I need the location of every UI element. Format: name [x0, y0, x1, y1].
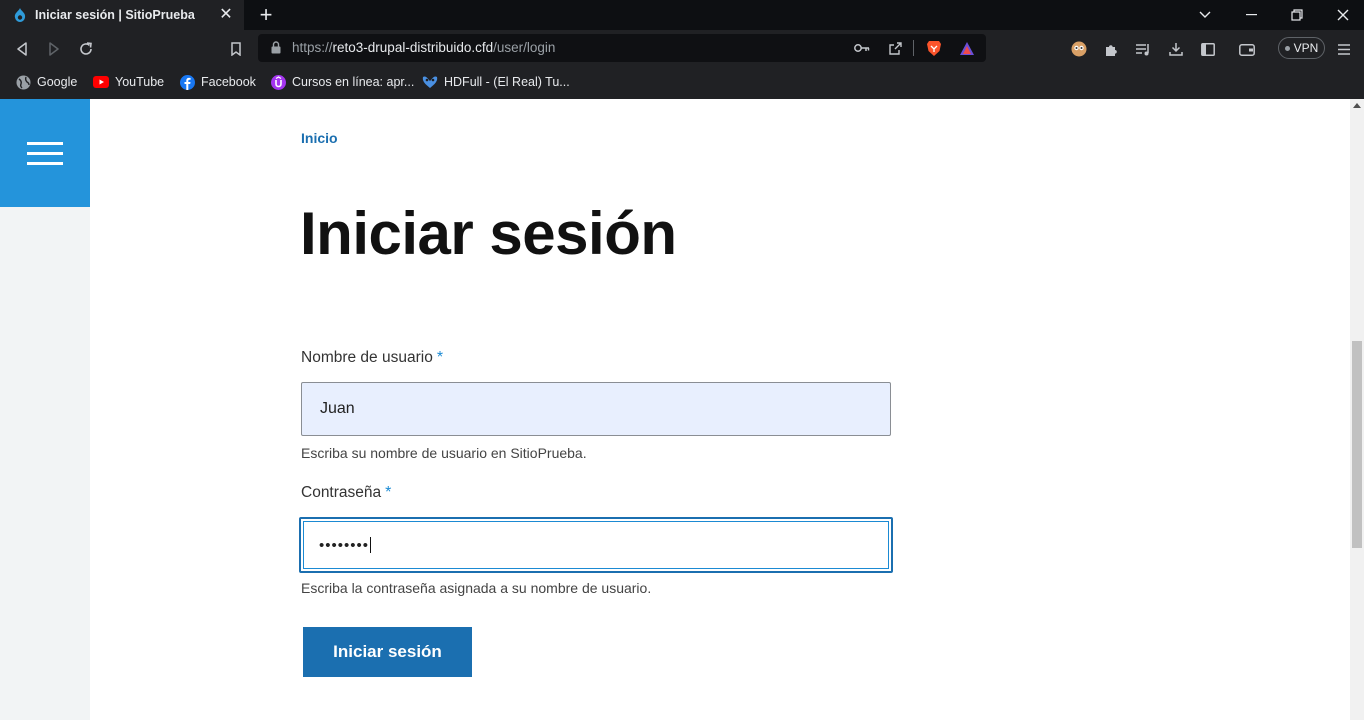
password-label-text: Contraseña: [301, 484, 382, 501]
vpn-button[interactable]: VPN: [1278, 37, 1325, 59]
menu-bar-icon: [27, 161, 63, 165]
browser-toolbar: https://reto3-drupal-distribuido.cfd/use…: [0, 30, 1364, 66]
tab-title: Iniciar sesión | SitioPrueba: [35, 8, 195, 22]
password-label: Contraseña *: [301, 484, 391, 502]
hdfull-icon: [422, 74, 438, 90]
lock-icon: [271, 41, 281, 54]
sidebar-icon[interactable]: [1197, 38, 1219, 60]
username-help-text: Escriba su nombre de usuario en SitioPru…: [301, 445, 587, 461]
menu-bar-icon: [27, 141, 63, 145]
username-value: Juan: [320, 400, 355, 417]
main-menu-button[interactable]: [0, 99, 90, 207]
forward-icon[interactable]: [43, 38, 65, 60]
bookmark-label: Facebook: [201, 75, 256, 89]
username-label: Nombre de usuario *: [301, 349, 443, 367]
wallet-icon[interactable]: [1236, 38, 1258, 60]
page-viewport: Inicio Iniciar sesión Nombre de usuario *…: [0, 99, 1364, 720]
playlist-icon[interactable]: [1132, 38, 1154, 60]
page-scrollbar[interactable]: [1350, 99, 1364, 720]
globe-icon: [15, 74, 31, 90]
menu-bar-icon: [27, 151, 63, 155]
bookmark-label: Cursos en línea: apr...: [292, 75, 415, 89]
username-label-text: Nombre de usuario: [301, 349, 433, 366]
bookmark-label: Google: [37, 75, 78, 89]
login-submit-button[interactable]: Iniciar sesión: [303, 627, 472, 677]
tab-search-chevron-icon[interactable]: [1182, 0, 1228, 30]
back-icon[interactable]: [11, 38, 33, 60]
bookmark-youtube[interactable]: YouTube: [93, 72, 164, 92]
facebook-icon: [179, 74, 195, 90]
password-input[interactable]: ••••••••: [299, 517, 893, 573]
bookmarks-bar: Google YouTube Facebook Cursos en línea:…: [0, 66, 1364, 99]
text-caret: [370, 537, 372, 553]
address-bar[interactable]: https://reto3-drupal-distribuido.cfd/use…: [258, 34, 986, 62]
reload-icon[interactable]: [75, 38, 97, 60]
bookmark-label: YouTube: [115, 75, 165, 89]
download-icon[interactable]: [1165, 38, 1187, 60]
extensions-puzzle-icon[interactable]: [1100, 38, 1122, 60]
extension-avatar-icon[interactable]: [1068, 38, 1090, 60]
username-input[interactable]: Juan: [301, 382, 891, 436]
bookmark-facebook[interactable]: Facebook: [179, 72, 256, 92]
url-path: /user/login: [493, 40, 556, 55]
menu-hamburger-icon[interactable]: [1333, 38, 1355, 60]
vpn-label: VPN: [1293, 41, 1319, 55]
tab-strip: Iniciar sesión | SitioPrueba ✕ +: [0, 0, 1364, 30]
bookmark-google[interactable]: Google: [15, 72, 77, 92]
brave-shields-icon[interactable]: [925, 39, 943, 57]
share-icon[interactable]: [886, 39, 904, 57]
bookmark-hdfull[interactable]: HDFull - (El Real) Tu...: [422, 72, 570, 92]
vpn-status-dot: [1284, 45, 1290, 51]
youtube-icon: [93, 74, 109, 90]
close-window-icon[interactable]: [1320, 0, 1364, 30]
scroll-up-arrow-icon[interactable]: [1353, 103, 1361, 108]
url-text: https://reto3-drupal-distribuido.cfd/use…: [292, 40, 555, 55]
omnibox-divider: [913, 40, 914, 56]
bookmark-icon[interactable]: [225, 38, 247, 60]
minimize-icon[interactable]: [1228, 0, 1274, 30]
new-tab-button[interactable]: +: [256, 4, 276, 26]
brave-rewards-icon[interactable]: [958, 39, 976, 57]
bookmark-label: HDFull - (El Real) Tu...: [444, 75, 570, 89]
restore-icon[interactable]: [1274, 0, 1320, 30]
tab-close-icon[interactable]: ✕: [216, 5, 236, 25]
url-scheme: https://: [292, 40, 333, 55]
password-help-text: Escriba la contraseña asignada a su nomb…: [301, 580, 652, 596]
password-value: ••••••••: [319, 536, 370, 554]
udemy-icon: [270, 74, 286, 90]
scrollbar-thumb[interactable]: [1352, 341, 1362, 548]
tab-active[interactable]: Iniciar sesión | SitioPrueba ✕: [0, 0, 244, 30]
required-marker: *: [436, 349, 444, 366]
key-icon[interactable]: [853, 39, 871, 57]
bookmark-udemy[interactable]: Cursos en línea: apr...: [270, 72, 414, 92]
required-marker: *: [385, 484, 392, 501]
url-host: reto3-drupal-distribuido.cfd: [332, 40, 494, 55]
page-title: Iniciar sesión: [300, 200, 677, 267]
breadcrumb-home-link[interactable]: Inicio: [301, 130, 338, 146]
drupal-icon: [14, 8, 26, 22]
